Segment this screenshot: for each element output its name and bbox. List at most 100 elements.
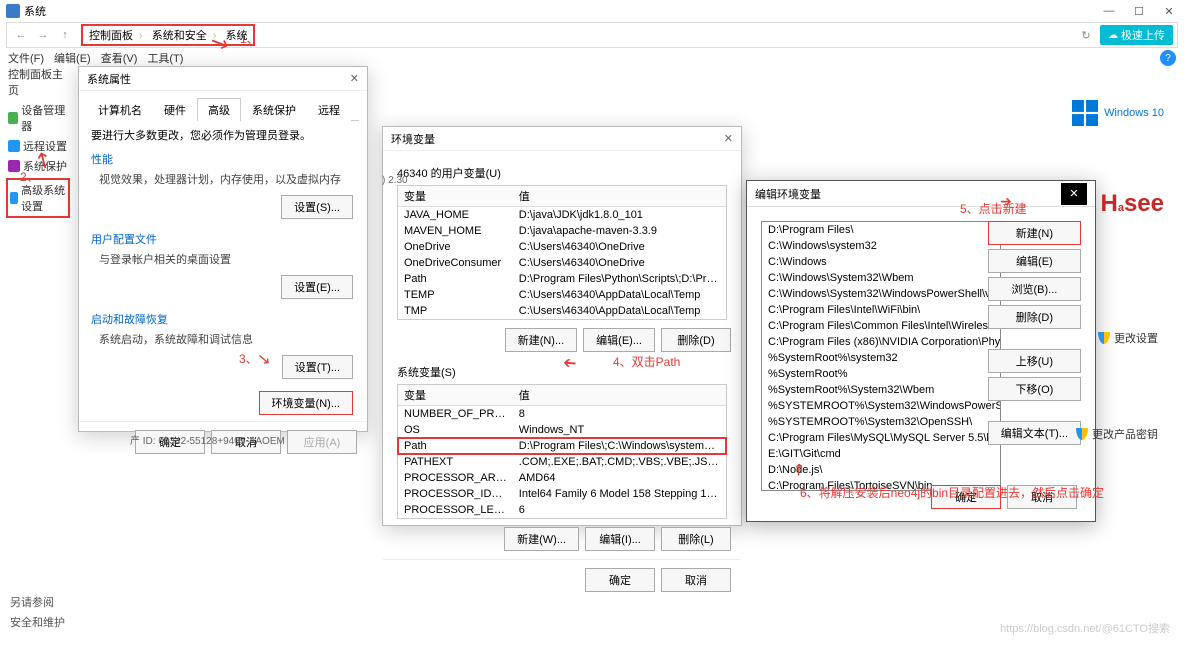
shield-icon bbox=[8, 160, 20, 172]
edit-env-sidebuttons: 新建(N) 编辑(E) 浏览(B)... 删除(D) 上移(U) 下移(O) 编… bbox=[988, 221, 1081, 445]
user-new-button[interactable]: 新建(N)... bbox=[505, 328, 577, 352]
change-settings-link[interactable]: 更改设置 bbox=[1098, 330, 1158, 346]
moveup-button[interactable]: 上移(U) bbox=[988, 349, 1081, 373]
browse-button[interactable]: 浏览(B)... bbox=[988, 277, 1081, 301]
window-title: 系统 bbox=[24, 3, 46, 19]
perf-settings-button[interactable]: 设置(S)... bbox=[281, 195, 353, 219]
close-icon[interactable]: ✕ bbox=[724, 132, 733, 145]
list-item[interactable]: C:\Windows bbox=[762, 254, 1000, 270]
window-titlebar: 系统 bbox=[0, 0, 1184, 22]
sys-edit-button[interactable]: 编辑(I)... bbox=[585, 527, 655, 551]
shield-icon bbox=[8, 112, 18, 124]
nav-forward[interactable]: → bbox=[33, 25, 53, 45]
refresh-icon[interactable]: ↻ bbox=[1076, 25, 1096, 45]
sys-del-button[interactable]: 删除(L) bbox=[661, 527, 731, 551]
sysprop-title: 系统属性✕ bbox=[79, 67, 367, 91]
tab-advanced[interactable]: 高级 bbox=[197, 98, 241, 121]
table-row[interactable]: PROCESSOR_LEVEL6 bbox=[398, 502, 726, 518]
table-row[interactable]: PathD:\Program Files\Python\Scripts\;D:\… bbox=[398, 271, 726, 287]
list-item[interactable]: D:\Program Files\ bbox=[762, 222, 1000, 238]
table-row[interactable]: JAVA_HOMED:\java\JDK\jdk1.8.0_101 bbox=[398, 207, 726, 223]
list-item[interactable]: %SYSTEMROOT%\System32\WindowsPowerShell\… bbox=[762, 398, 1000, 414]
env-ok-button[interactable]: 确定 bbox=[585, 568, 655, 592]
table-row[interactable]: TEMPC:\Users\46340\AppData\Local\Temp bbox=[398, 287, 726, 303]
movedown-button[interactable]: 下移(O) bbox=[988, 377, 1081, 401]
minimize-button[interactable]: — bbox=[1094, 0, 1124, 22]
shield-icon bbox=[1098, 332, 1110, 344]
user-del-button[interactable]: 删除(D) bbox=[661, 328, 731, 352]
help-icon[interactable]: ? bbox=[1160, 50, 1176, 66]
list-item[interactable]: C:\Program Files\Common Files\Intel\Wire… bbox=[762, 318, 1000, 334]
edit-env-title: 编辑环境变量✕ bbox=[747, 181, 1095, 207]
env-vars-button[interactable]: 环境变量(N)... bbox=[259, 391, 353, 415]
env-cancel-button[interactable]: 取消 bbox=[661, 568, 731, 592]
delete-button[interactable]: 删除(D) bbox=[988, 305, 1081, 329]
user-edit-button[interactable]: 编辑(E)... bbox=[583, 328, 655, 352]
shield-icon bbox=[1076, 428, 1088, 440]
list-item[interactable]: C:\Program Files\MySQL\MySQL Server 5.5\… bbox=[762, 430, 1000, 446]
annot-3: 3、 bbox=[239, 350, 258, 367]
list-item[interactable]: %SystemRoot%\system32 bbox=[762, 350, 1000, 366]
edit-button[interactable]: 编辑(E) bbox=[988, 249, 1081, 273]
nav-up[interactable]: ↑ bbox=[55, 25, 75, 45]
list-item[interactable]: C:\Windows\System32\Wbem bbox=[762, 270, 1000, 286]
close-icon[interactable]: ✕ bbox=[1061, 183, 1087, 205]
crumb-1[interactable]: 系统和安全 bbox=[148, 28, 211, 44]
tab-computer-name[interactable]: 计算机名 bbox=[87, 98, 153, 121]
table-row[interactable]: PathD:\Program Files\;C:\Windows\system3… bbox=[398, 438, 726, 454]
tab-remote[interactable]: 远程 bbox=[307, 98, 351, 121]
table-row[interactable]: OneDriveC:\Users\46340\OneDrive bbox=[398, 239, 726, 255]
menu-view[interactable]: 查看(V) bbox=[101, 50, 138, 66]
crumb-0[interactable]: 控制面板 bbox=[85, 28, 137, 44]
sys-new-button[interactable]: 新建(W)... bbox=[504, 527, 579, 551]
profile-settings-button[interactable]: 设置(E)... bbox=[281, 275, 353, 299]
list-item[interactable]: E:\GIT\Git\cmd bbox=[762, 446, 1000, 462]
menu-tools[interactable]: 工具(T) bbox=[147, 50, 183, 66]
table-row[interactable]: PROCESSOR_ARCHITECT...AMD64 bbox=[398, 470, 726, 486]
app-icon bbox=[6, 4, 20, 18]
edit-text-button[interactable]: 编辑文本(T)... bbox=[988, 421, 1081, 445]
table-row[interactable]: NUMBER_OF_PROCESSORS8 bbox=[398, 406, 726, 422]
shield-icon bbox=[8, 140, 20, 152]
tab-protect[interactable]: 系统保护 bbox=[241, 98, 307, 121]
new-button[interactable]: 新建(N) bbox=[988, 221, 1081, 245]
close-icon[interactable]: ✕ bbox=[350, 72, 359, 85]
annot-6: 6、将解压安装后neo4j的bin目录配置进去，然后点击确定 bbox=[800, 484, 1104, 501]
startup-settings-button[interactable]: 设置(T)... bbox=[282, 355, 353, 379]
table-row[interactable]: PATHEXT.COM;.EXE;.BAT;.CMD;.VBS;.VBE;.JS… bbox=[398, 454, 726, 470]
upload-button[interactable]: ☁极速上传 bbox=[1100, 25, 1173, 45]
shield-icon bbox=[10, 192, 18, 204]
list-item[interactable]: C:\Program Files (x86)\NVIDIA Corporatio… bbox=[762, 334, 1000, 350]
change-key-link[interactable]: 更改产品密钥 bbox=[1076, 426, 1158, 442]
table-row[interactable]: MAVEN_HOMED:\java\apache-maven-3.3.9 bbox=[398, 223, 726, 239]
arrow-5: ➔ bbox=[1000, 193, 1012, 210]
list-item[interactable]: %SystemRoot%\System32\Wbem bbox=[762, 382, 1000, 398]
menubar: 文件(F) 编辑(E) 查看(V) 工具(T) bbox=[0, 48, 1184, 68]
table-row[interactable]: PROCESSOR_IDENTIFIERIntel64 Family 6 Mod… bbox=[398, 486, 726, 502]
nav-back[interactable]: ← bbox=[11, 25, 31, 45]
maximize-button[interactable]: ☐ bbox=[1124, 0, 1154, 22]
list-item[interactable]: C:\Program Files\Intel\WiFi\bin\ bbox=[762, 302, 1000, 318]
sysprop-tabs: 计算机名 硬件 高级 系统保护 远程 bbox=[87, 97, 359, 121]
path-list[interactable]: D:\Program Files\C:\Windows\system32C:\W… bbox=[761, 221, 1001, 491]
table-row[interactable]: OneDriveConsumerC:\Users\46340\OneDrive bbox=[398, 255, 726, 271]
apply-button[interactable]: 应用(A) bbox=[287, 430, 357, 454]
hasee-brand: Hasee bbox=[1100, 190, 1164, 218]
table-row[interactable]: OSWindows_NT bbox=[398, 422, 726, 438]
table-row[interactable]: TMPC:\Users\46340\AppData\Local\Temp bbox=[398, 303, 726, 319]
col-val[interactable]: 值 bbox=[513, 186, 726, 206]
security-maintenance-link[interactable]: 安全和维护 bbox=[10, 614, 65, 630]
col-var[interactable]: 变量 bbox=[398, 385, 513, 405]
list-item[interactable]: C:\Windows\system32 bbox=[762, 238, 1000, 254]
list-item[interactable]: %SystemRoot% bbox=[762, 366, 1000, 382]
tab-hardware[interactable]: 硬件 bbox=[153, 98, 197, 121]
close-button[interactable]: ✕ bbox=[1154, 0, 1184, 22]
list-item[interactable]: C:\Windows\System32\WindowsPowerShell\v1… bbox=[762, 286, 1000, 302]
list-item[interactable]: %SYSTEMROOT%\System32\OpenSSH\ bbox=[762, 414, 1000, 430]
col-var[interactable]: 变量 bbox=[398, 186, 513, 206]
user-vars-table: 变量值 JAVA_HOMED:\java\JDK\jdk1.8.0_101MAV… bbox=[397, 185, 727, 320]
sidebar-device-manager[interactable]: 设备管理器 bbox=[6, 100, 70, 136]
col-val[interactable]: 值 bbox=[513, 385, 726, 405]
sidebar-home[interactable]: 控制面板主页 bbox=[6, 64, 70, 100]
system-properties-dialog: 系统属性✕ 计算机名 硬件 高级 系统保护 远程 要进行大多数更改，您必须作为管… bbox=[78, 66, 368, 432]
